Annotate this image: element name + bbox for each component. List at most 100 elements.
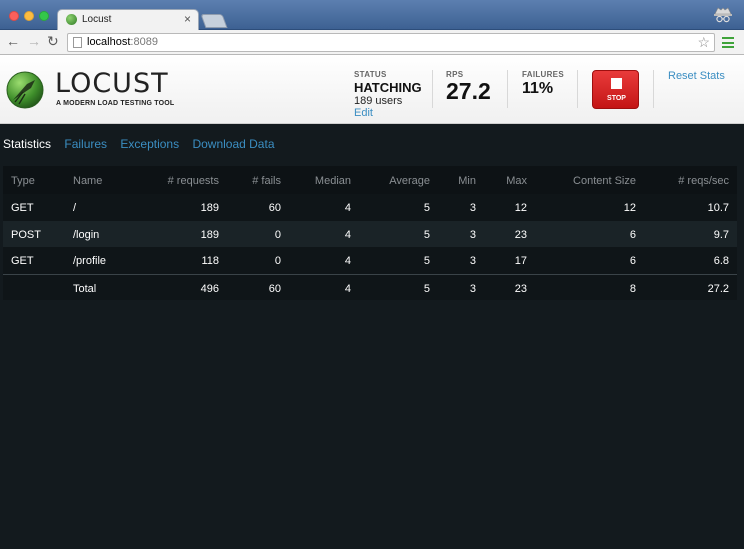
stop-label: STOP — [607, 95, 626, 102]
locust-logo-icon — [6, 71, 44, 109]
cell-reqs-per-sec: 9.7 — [713, 228, 729, 241]
cell-fails: 0 — [274, 255, 281, 267]
logo-subtitle: A MODERN LOAD TESTING TOOL — [56, 100, 175, 107]
maximize-window-button[interactable] — [39, 11, 49, 21]
cell-reqs-per-sec: 27.2 — [707, 282, 729, 295]
tab-close-icon[interactable]: × — [184, 12, 191, 26]
cell-median: 4 — [344, 228, 351, 241]
cell-fails: 60 — [268, 282, 281, 295]
cell-min: 3 — [469, 255, 476, 267]
browser-titlebar: Locust × — [0, 0, 744, 30]
status-label: STATUS — [354, 70, 387, 79]
cell-max: 12 — [514, 202, 527, 214]
page-icon — [73, 37, 82, 48]
url-text: localhost:8089 — [87, 36, 158, 48]
browser-toolbar: ← → ↻ localhost:8089 ☆ — [0, 30, 744, 55]
cell-average: 5 — [423, 202, 430, 214]
minimize-window-button[interactable] — [24, 11, 34, 21]
table-row: GET /profile 118 0 4 5 3 17 6 6.8 — [3, 247, 737, 274]
table-row: GET / 189 60 4 5 3 12 12 10.7 — [3, 194, 737, 221]
rps-value: 27.2 — [446, 78, 491, 104]
cell-type: GET — [11, 255, 34, 267]
tab-title: Locust — [82, 14, 112, 25]
cell-min: 3 — [469, 282, 476, 295]
failures-label: FAILURES — [522, 70, 564, 79]
cell-median: 4 — [344, 202, 351, 214]
cell-requests: 118 — [201, 255, 219, 267]
cell-content-size: 8 — [629, 282, 636, 295]
header-reqs-per-sec[interactable]: # reqs/sec — [678, 175, 729, 187]
cell-name: /profile — [73, 255, 107, 267]
cell-content-size: 6 — [629, 255, 636, 267]
cell-average: 5 — [423, 255, 430, 267]
edit-link[interactable]: Edit — [354, 107, 422, 119]
rps-box: RPS 27.2 — [446, 70, 491, 105]
divider — [577, 70, 578, 108]
tab-statistics[interactable]: Statistics — [3, 137, 51, 151]
failures-box: FAILURES 11% — [522, 70, 564, 98]
cell-name: /login — [73, 228, 100, 241]
cell-content-size: 6 — [629, 228, 636, 241]
address-bar[interactable]: localhost:8089 ☆ — [67, 33, 715, 52]
cell-max: 17 — [514, 255, 527, 267]
stop-icon — [611, 78, 622, 89]
cell-average: 5 — [423, 282, 430, 295]
tab-exceptions[interactable]: Exceptions — [120, 137, 179, 151]
cell-name: / — [73, 202, 77, 214]
cell-name: Total — [73, 282, 97, 295]
cell-average: 5 — [423, 228, 430, 241]
stop-button[interactable]: STOP — [592, 70, 639, 109]
cell-requests: 189 — [200, 228, 219, 241]
cell-type: POST — [11, 228, 41, 241]
cell-reqs-per-sec: 6.8 — [713, 255, 729, 267]
divider — [507, 70, 508, 108]
forward-arrow-icon[interactable]: → — [27, 33, 41, 49]
divider — [432, 70, 433, 108]
tab-failures[interactable]: Failures — [64, 137, 107, 151]
cell-reqs-per-sec: 10.7 — [707, 202, 729, 214]
back-arrow-icon[interactable]: ← — [6, 33, 20, 49]
cell-type: GET — [11, 202, 34, 214]
cell-max: 23 — [514, 282, 527, 295]
cell-fails: 0 — [274, 228, 281, 241]
close-window-button[interactable] — [9, 11, 19, 21]
header-requests[interactable]: # requests — [168, 175, 219, 187]
browser-tab[interactable]: Locust × — [57, 9, 199, 30]
header-min[interactable]: Min — [458, 175, 476, 187]
cell-median: 4 — [344, 282, 351, 295]
logo-text: LOCUST — [55, 68, 169, 99]
cell-content-size: 12 — [623, 202, 636, 214]
statistics-table: Type Name # requests # fails Median Aver… — [3, 166, 737, 300]
header-name[interactable]: Name — [73, 175, 102, 187]
incognito-icon — [714, 7, 732, 23]
cell-max: 23 — [514, 228, 527, 241]
bookmark-star-icon[interactable]: ☆ — [697, 34, 710, 51]
header-max[interactable]: Max — [506, 175, 527, 187]
nav-tabs: Statistics Failures Exceptions Download … — [3, 137, 285, 151]
divider — [653, 70, 654, 108]
reload-icon[interactable]: ↻ — [47, 33, 59, 50]
cell-requests: 189 — [200, 202, 219, 214]
reset-stats-link[interactable]: Reset Stats — [668, 70, 725, 82]
header-median[interactable]: Median — [315, 175, 351, 187]
cell-fails: 60 — [268, 202, 281, 214]
status-value: HATCHING — [354, 80, 422, 95]
cell-requests: 496 — [200, 282, 219, 295]
tab-download-data[interactable]: Download Data — [192, 137, 274, 151]
locust-favicon-icon — [66, 14, 77, 25]
table-row: POST /login 189 0 4 5 3 23 6 9.7 — [3, 220, 737, 247]
table-header-row: Type Name # requests # fails Median Aver… — [3, 166, 737, 194]
header-average[interactable]: Average — [389, 175, 430, 187]
header-fails[interactable]: # fails — [252, 175, 281, 187]
header-content-size[interactable]: Content Size — [573, 175, 636, 187]
menu-icon[interactable] — [722, 37, 734, 48]
cell-median: 4 — [344, 255, 351, 267]
cell-min: 3 — [469, 228, 476, 241]
header-type[interactable]: Type — [11, 175, 35, 187]
cell-min: 3 — [469, 202, 476, 214]
status-box: STATUS HATCHING 189 users Edit — [354, 70, 422, 119]
locust-header: LOCUST A MODERN LOAD TESTING TOOL STATUS… — [0, 55, 744, 124]
table-total-row: Total 496 60 4 5 3 23 8 27.2 — [3, 273, 737, 300]
new-tab-button[interactable] — [200, 14, 228, 28]
user-count: 189 users — [354, 95, 403, 107]
